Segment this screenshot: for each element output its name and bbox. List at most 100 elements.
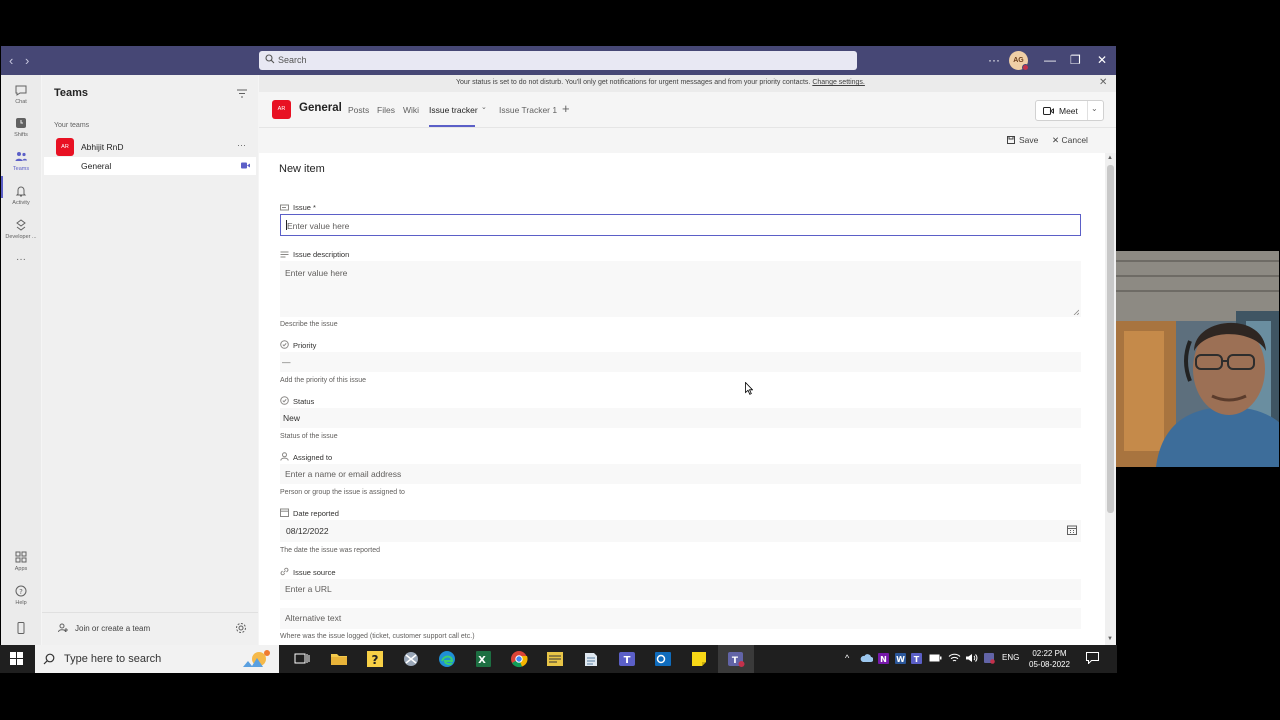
user-avatar[interactable]: AG bbox=[1009, 51, 1029, 71]
tab-issue-tracker-1[interactable]: Issue Tracker 1 bbox=[499, 105, 557, 115]
svg-text:T: T bbox=[732, 656, 739, 666]
meet-button[interactable]: Meet ⌄ bbox=[1035, 100, 1104, 121]
rail-item-more[interactable]: ··· bbox=[1, 254, 41, 265]
back-arrow-icon[interactable]: ‹ bbox=[9, 53, 13, 68]
word-tray-icon[interactable]: W bbox=[895, 653, 906, 664]
teams-window: ‹ › Search ··· AG — ❐ ✕ Chat Shifts Team… bbox=[1, 46, 1116, 645]
tab-wiki[interactable]: Wiki bbox=[403, 105, 419, 115]
close-button[interactable]: ✕ bbox=[1097, 53, 1107, 67]
form-scrollbar[interactable]: ▲ ▼ bbox=[1105, 153, 1116, 645]
scroll-thumb[interactable] bbox=[1107, 165, 1114, 513]
help-app-icon[interactable]: ? bbox=[366, 650, 384, 668]
filter-icon[interactable] bbox=[237, 89, 247, 98]
outlook-icon[interactable] bbox=[654, 650, 672, 668]
teams-preview-icon[interactable]: T bbox=[727, 650, 745, 668]
language-indicator[interactable]: ENG bbox=[1002, 653, 1019, 662]
dnd-banner-text: Your status is set to do not disturb. Yo… bbox=[456, 79, 811, 86]
snipping-tool-icon[interactable] bbox=[402, 650, 420, 668]
meet-label: Meet bbox=[1059, 106, 1078, 116]
status-dropdown[interactable]: New bbox=[280, 408, 1081, 428]
team-avatar: AR bbox=[56, 138, 74, 156]
teams-status-tray-icon[interactable] bbox=[984, 653, 995, 664]
webcam-presenter-image bbox=[1116, 251, 1279, 467]
teams-app-icon[interactable]: T bbox=[618, 650, 636, 668]
resize-grip-icon[interactable] bbox=[1073, 309, 1079, 315]
file-explorer-icon[interactable] bbox=[330, 650, 348, 668]
add-team-icon bbox=[58, 623, 68, 633]
webcam-overlay bbox=[1116, 251, 1279, 467]
notepad-icon[interactable] bbox=[582, 650, 600, 668]
clock-date: 05-08-2022 bbox=[1029, 660, 1070, 669]
description-label: Issue description bbox=[293, 250, 350, 259]
maximize-button[interactable]: ❐ bbox=[1070, 53, 1081, 67]
issue-input[interactable]: Enter value here bbox=[280, 214, 1081, 236]
scroll-down-icon[interactable]: ▼ bbox=[1107, 636, 1113, 642]
more-icon: ··· bbox=[16, 254, 26, 265]
minimize-button[interactable]: — bbox=[1044, 53, 1056, 67]
tab-issue-tracker[interactable]: Issue tracker bbox=[429, 105, 478, 115]
meet-chevron-down-icon[interactable]: ⌄ bbox=[1091, 104, 1098, 113]
save-button[interactable]: Save bbox=[1007, 135, 1038, 145]
more-options-icon[interactable]: ··· bbox=[988, 53, 1000, 67]
rail-item-developer[interactable]: Developer ... bbox=[1, 218, 41, 240]
rail-item-shifts[interactable]: Shifts bbox=[1, 116, 41, 138]
banner-close-icon[interactable]: ✕ bbox=[1099, 77, 1107, 88]
tab-posts[interactable]: Posts bbox=[348, 105, 369, 115]
mouse-cursor-icon bbox=[745, 382, 753, 395]
join-create-team[interactable]: Join or create a team bbox=[42, 612, 258, 642]
tab-files[interactable]: Files bbox=[377, 105, 395, 115]
cancel-button[interactable]: ✕ Cancel bbox=[1052, 135, 1088, 146]
sticky-notes-icon[interactable] bbox=[546, 650, 564, 668]
teams-panel: Teams Your teams AR Abhijit RnD ··· Gene… bbox=[42, 75, 258, 645]
onedrive-icon[interactable] bbox=[860, 653, 873, 663]
scroll-up-icon[interactable]: ▲ bbox=[1107, 155, 1113, 161]
edge-browser-icon[interactable] bbox=[438, 650, 456, 668]
wifi-icon[interactable] bbox=[948, 653, 961, 663]
rail-item-chat[interactable]: Chat bbox=[1, 83, 41, 105]
assigned-people-picker[interactable]: Enter a name or email address bbox=[280, 464, 1081, 484]
sticky-note-yellow-icon[interactable] bbox=[690, 650, 708, 668]
rail-item-teams[interactable]: Teams bbox=[1, 150, 41, 172]
chrome-icon[interactable] bbox=[510, 650, 528, 668]
onenote-tray-icon[interactable]: N bbox=[878, 653, 889, 664]
system-clock[interactable]: 02:22 PM 05-08-2022 bbox=[1029, 648, 1070, 670]
tab-chevron-down-icon[interactable]: ⌄ bbox=[481, 103, 487, 111]
rail-item-activity[interactable]: Activity bbox=[1, 184, 41, 206]
tray-chevron-icon[interactable]: ^ bbox=[845, 653, 849, 663]
windows-start-icon[interactable] bbox=[10, 652, 23, 665]
rail-item-help[interactable]: ? Help bbox=[1, 584, 41, 606]
gear-icon[interactable] bbox=[235, 622, 247, 634]
search-input[interactable]: Search bbox=[259, 51, 857, 70]
form-title: New item bbox=[279, 163, 325, 175]
task-view-icon[interactable] bbox=[293, 650, 311, 668]
change-settings-link[interactable]: Change settings. bbox=[812, 79, 865, 86]
app-rail: Chat Shifts Teams Activity Developer ...… bbox=[1, 75, 41, 645]
add-tab-icon[interactable]: + bbox=[562, 101, 570, 116]
battery-icon[interactable] bbox=[929, 653, 942, 663]
rail-item-apps[interactable]: Apps bbox=[1, 550, 41, 572]
priority-value: — bbox=[282, 357, 291, 367]
priority-dropdown[interactable]: — bbox=[280, 352, 1081, 372]
teams-tray-icon[interactable]: T bbox=[911, 653, 922, 664]
form-actions: Save ✕ Cancel bbox=[259, 129, 1116, 151]
date-picker[interactable]: 08/12/2022 bbox=[280, 520, 1081, 542]
description-textarea[interactable]: Enter value here bbox=[280, 261, 1081, 317]
bell-icon bbox=[15, 186, 27, 197]
source-url-input[interactable]: Enter a URL bbox=[280, 579, 1081, 600]
channel-item-general[interactable]: General bbox=[44, 157, 256, 175]
rail-item-device[interactable] bbox=[1, 621, 41, 635]
taskbar-search-input[interactable]: Type here to search bbox=[35, 645, 279, 673]
notification-center-icon[interactable] bbox=[1086, 652, 1099, 664]
user-initials: AG bbox=[1013, 57, 1024, 64]
forward-arrow-icon[interactable]: › bbox=[25, 53, 29, 68]
channel-header: AR General Posts Files Wiki Issue tracke… bbox=[259, 92, 1116, 128]
search-icon bbox=[43, 653, 55, 665]
svg-text:T: T bbox=[914, 655, 920, 664]
source-alt-text-input[interactable]: Alternative text bbox=[280, 608, 1081, 629]
excel-icon[interactable]: X bbox=[474, 650, 492, 668]
help-icon: ? bbox=[15, 585, 27, 597]
calendar-picker-icon[interactable] bbox=[1067, 525, 1077, 535]
team-item[interactable]: AR Abhijit RnD ··· bbox=[42, 137, 258, 157]
team-more-icon[interactable]: ··· bbox=[237, 140, 246, 150]
volume-icon[interactable] bbox=[965, 653, 978, 663]
